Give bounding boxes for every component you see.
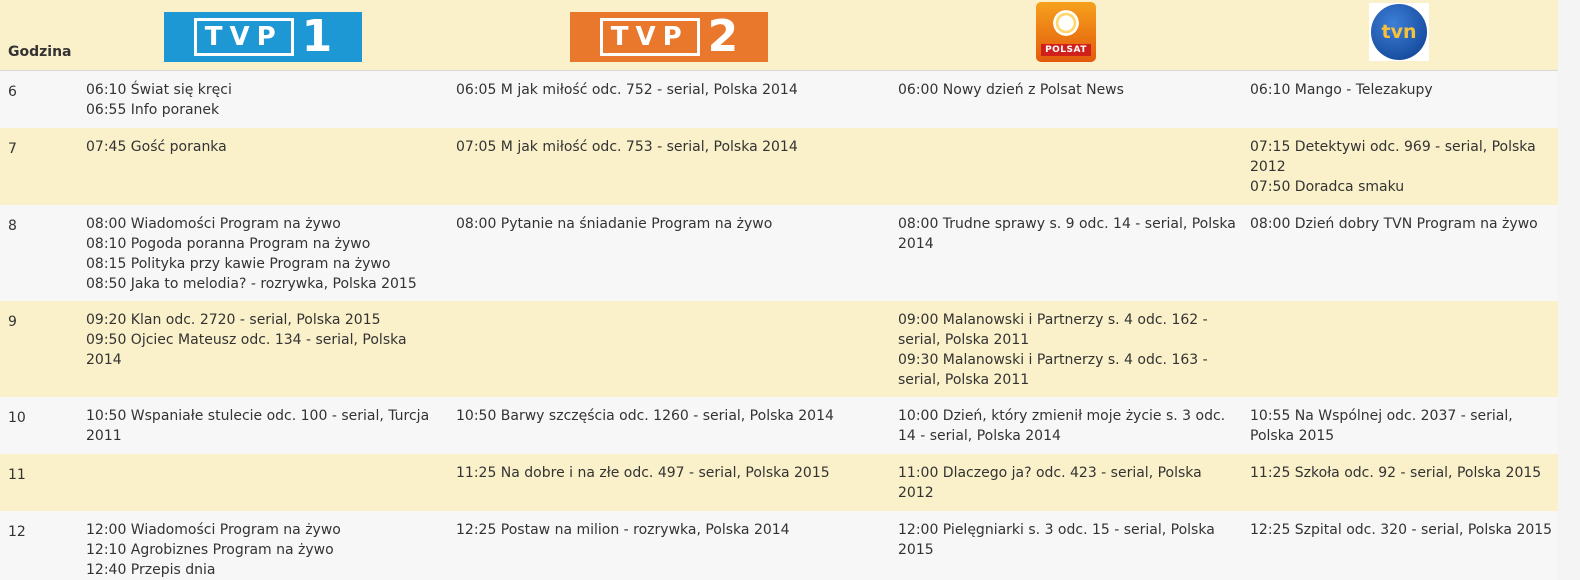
tv-schedule: Godzina TVP 1 TVP 2 POLSAT tvn 6 06:10 Św… (0, 0, 1580, 580)
tvn-cell: 10:55 Na Wspólnej odc. 2037 - serial, Po… (1250, 406, 1554, 446)
schedule-row: 8 08:00 Wiadomości Program na żywo 08:10 P… (0, 205, 1558, 302)
hour-column-header: Godzina (8, 44, 72, 60)
program-entry[interactable]: 09:30 Malanowski i Partnerzy s. 4 odc. 1… (898, 350, 1238, 390)
program-entry[interactable]: 07:15 Detektywi odc. 969 - serial, Polsk… (1250, 137, 1554, 177)
program-entry[interactable]: 12:00 Wiadomości Program na żywo (86, 520, 442, 540)
tvp2-logo[interactable]: TVP 2 (570, 12, 768, 62)
program-entry[interactable]: 07:05 M jak miłość odc. 753 - serial, Po… (456, 137, 886, 157)
program-entry[interactable]: 07:45 Gość poranka (86, 137, 442, 157)
program-entry[interactable]: 06:10 Mango - Telezakupy (1250, 80, 1554, 100)
tvn-cell: 06:10 Mango - Telezakupy (1250, 80, 1554, 100)
tvp1-logo[interactable]: TVP 1 (164, 12, 362, 62)
polsat-logo-text: POLSAT (1041, 44, 1091, 56)
program-entry[interactable]: 11:00 Dlaczego ja? odc. 423 - serial, Po… (898, 463, 1238, 503)
hour-cell: 9 (8, 314, 17, 330)
polsat-cell: 11:00 Dlaczego ja? odc. 423 - serial, Po… (898, 463, 1238, 503)
schedule-row: 6 06:10 Świat się kręci 06:55 Info poranek… (0, 71, 1558, 129)
program-entry[interactable]: 09:00 Malanowski i Partnerzy s. 4 odc. 1… (898, 310, 1238, 350)
hour-cell: 11 (8, 467, 26, 483)
program-entry[interactable]: 07:50 Doradca smaku (1250, 177, 1554, 197)
polsat-cell: 09:00 Malanowski i Partnerzy s. 4 odc. 1… (898, 310, 1238, 390)
schedule-row: 9 09:20 Klan odc. 2720 - serial, Polska 2… (0, 301, 1558, 398)
program-entry[interactable]: 10:55 Na Wspólnej odc. 2037 - serial, Po… (1250, 406, 1554, 446)
program-entry[interactable]: 10:50 Barwy szczęścia odc. 1260 - serial… (456, 406, 886, 426)
schedule-row: 7 07:45 Gość poranka 07:05 M jak miłość od… (0, 128, 1558, 206)
program-entry[interactable]: 10:00 Dzień, który zmienił moje życie s.… (898, 406, 1238, 446)
polsat-cell: 10:00 Dzień, który zmienił moje życie s.… (898, 406, 1238, 446)
program-entry[interactable]: 06:10 Świat się kręci (86, 80, 442, 100)
hour-cell: 6 (8, 84, 17, 100)
program-entry[interactable]: 06:05 M jak miłość odc. 752 - serial, Po… (456, 80, 886, 100)
polsat-cell: 08:00 Trudne sprawy s. 9 odc. 14 - seria… (898, 214, 1238, 254)
tvp2-cell: 12:25 Postaw na milion - rozrywka, Polsk… (456, 520, 886, 540)
hour-cell: 12 (8, 524, 26, 540)
tvp1-cell: 12:00 Wiadomości Program na żywo 12:10 Ag… (86, 520, 442, 580)
schedule-row: 10 10:50 Wspaniałe stulecie odc. 100 - se… (0, 397, 1558, 455)
program-entry[interactable]: 10:50 Wspaniałe stulecie odc. 100 - seri… (86, 406, 442, 446)
tvp2-logo-number: 2 (707, 11, 739, 62)
tvn-logo-text: tvn (1371, 4, 1427, 60)
polsat-cell: 06:00 Nowy dzień z Polsat News (898, 80, 1238, 100)
tvn-logo[interactable]: tvn (1369, 3, 1429, 61)
tvp2-cell: 07:05 M jak miłość odc. 753 - serial, Po… (456, 137, 886, 157)
sun-icon (1051, 8, 1081, 38)
polsat-cell: 12:00 Pielęgniarki s. 3 odc. 15 - serial… (898, 520, 1238, 560)
program-entry[interactable]: 08:10 Pogoda poranna Program na żywo (86, 234, 442, 254)
program-entry[interactable]: 12:00 Pielęgniarki s. 3 odc. 15 - serial… (898, 520, 1238, 560)
tvp1-cell: 08:00 Wiadomości Program na żywo 08:10 Po… (86, 214, 442, 294)
tvp1-logo-number: 1 (301, 11, 333, 62)
tvp2-logo-text: TVP (599, 18, 700, 56)
schedule-row: 11 11:25 Na dobre i na złe odc. 497 - ser… (0, 454, 1558, 512)
program-entry[interactable]: 12:25 Postaw na milion - rozrywka, Polsk… (456, 520, 886, 540)
program-entry[interactable]: 11:25 Szkoła odc. 92 - serial, Polska 20… (1250, 463, 1554, 483)
program-entry[interactable]: 09:20 Klan odc. 2720 - serial, Polska 20… (86, 310, 442, 330)
tvn-cell: 11:25 Szkoła odc. 92 - serial, Polska 20… (1250, 463, 1554, 483)
tvp2-cell: 11:25 Na dobre i na złe odc. 497 - seria… (456, 463, 886, 483)
hour-cell: 7 (8, 141, 17, 157)
program-entry[interactable]: 12:40 Przepis dnia (86, 560, 442, 580)
tvn-cell: 07:15 Detektywi odc. 969 - serial, Polsk… (1250, 137, 1554, 197)
tvp1-logo-text: TVP (193, 18, 294, 56)
program-entry[interactable]: 12:25 Szpital odc. 320 - serial, Polska … (1250, 520, 1554, 540)
schedule-header: Godzina TVP 1 TVP 2 POLSAT tvn (0, 0, 1558, 72)
tvp1-cell: 10:50 Wspaniałe stulecie odc. 100 - seri… (86, 406, 442, 446)
program-entry[interactable]: 08:00 Trudne sprawy s. 9 odc. 14 - seria… (898, 214, 1238, 254)
tvp2-cell: 08:00 Pytanie na śniadanie Program na ży… (456, 214, 886, 234)
program-entry[interactable]: 08:15 Polityka przy kawie Program na żyw… (86, 254, 442, 274)
program-entry[interactable]: 06:00 Nowy dzień z Polsat News (898, 80, 1238, 100)
program-entry[interactable]: 08:50 Jaka to melodia? - rozrywka, Polsk… (86, 274, 442, 294)
tvn-cell: 08:00 Dzień dobry TVN Program na żywo (1250, 214, 1554, 234)
tvn-cell: 12:25 Szpital odc. 320 - serial, Polska … (1250, 520, 1554, 540)
polsat-logo[interactable]: POLSAT (1036, 2, 1096, 62)
program-entry[interactable]: 11:25 Na dobre i na złe odc. 497 - seria… (456, 463, 886, 483)
program-entry[interactable]: 08:00 Pytanie na śniadanie Program na ży… (456, 214, 886, 234)
program-entry[interactable]: 08:00 Wiadomości Program na żywo (86, 214, 442, 234)
tvp1-cell: 07:45 Gość poranka (86, 137, 442, 157)
tvp1-cell: 09:20 Klan odc. 2720 - serial, Polska 20… (86, 310, 442, 370)
tvp2-cell: 10:50 Barwy szczęścia odc. 1260 - serial… (456, 406, 886, 426)
program-entry[interactable]: 06:55 Info poranek (86, 100, 442, 120)
program-entry[interactable]: 09:50 Ojciec Mateusz odc. 134 - serial, … (86, 330, 442, 370)
schedule-row: 12 12:00 Wiadomości Program na żywo 12:10 … (0, 511, 1558, 580)
program-entry[interactable]: 08:00 Dzień dobry TVN Program na żywo (1250, 214, 1554, 234)
hour-cell: 8 (8, 218, 17, 234)
tvp1-cell: 06:10 Świat się kręci 06:55 Info poranek (86, 80, 442, 120)
tvp2-cell: 06:05 M jak miłość odc. 752 - serial, Po… (456, 80, 886, 100)
hour-cell: 10 (8, 410, 26, 426)
program-entry[interactable]: 12:10 Agrobiznes Program na żywo (86, 540, 442, 560)
